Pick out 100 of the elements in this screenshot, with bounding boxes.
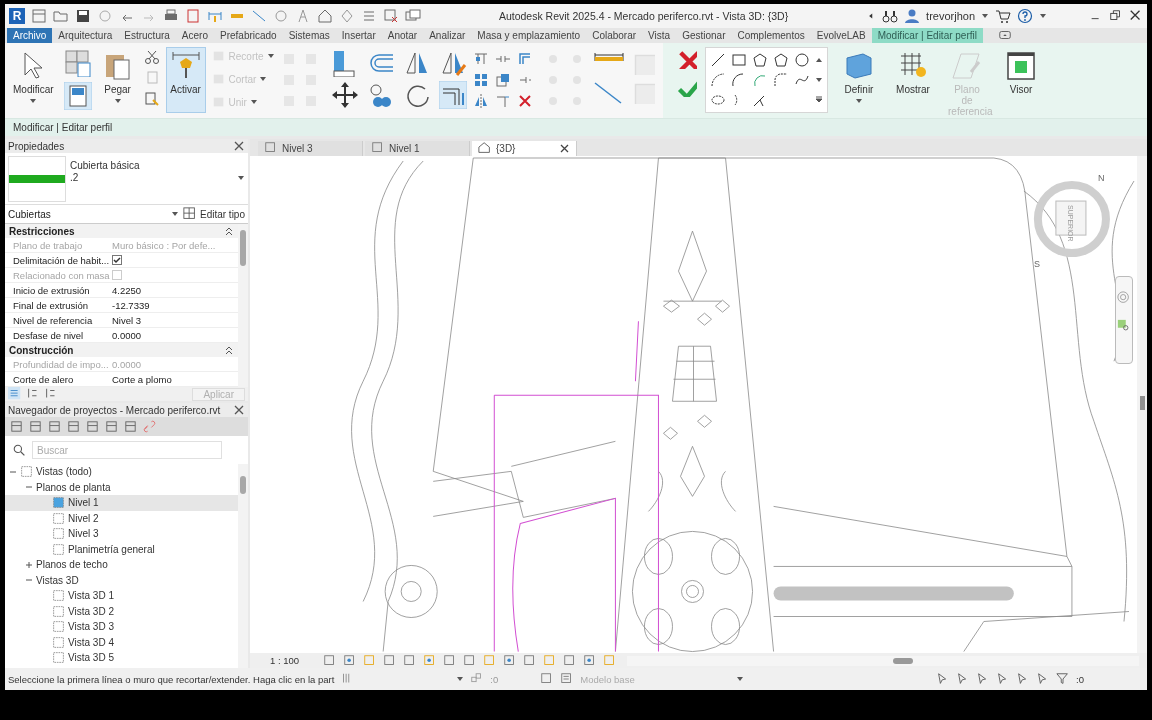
tree-item[interactable]: Nivel 3 <box>5 526 238 542</box>
tree-item[interactable]: Vista 3D 5 <box>5 650 238 666</box>
scissors-icon[interactable] <box>143 49 160 65</box>
search-field[interactable]: Buscar <box>32 441 222 459</box>
tree-item[interactable]: Vista 3D 2 <box>5 603 238 619</box>
caret-icon[interactable] <box>736 675 745 683</box>
ribbon-tab[interactable]: Acero <box>175 28 214 43</box>
ribbon-tab[interactable]: Insertar <box>335 28 382 43</box>
restore-icon[interactable] <box>1109 9 1123 23</box>
view-tab[interactable]: {3D} <box>472 140 577 156</box>
scale-icon[interactable] <box>494 72 511 88</box>
align-icon[interactable] <box>472 51 489 67</box>
view-scale[interactable]: 1 : 100 <box>270 655 300 667</box>
expand-icon[interactable] <box>25 560 33 569</box>
caret-icon[interactable] <box>170 210 179 218</box>
mode-button[interactable]: Mostrar <box>890 47 936 98</box>
ribbon-tab[interactable]: Analizar <box>423 28 472 43</box>
mirror-icon[interactable] <box>472 93 489 109</box>
mode-button[interactable]: Visor <box>998 47 1044 98</box>
tree-item[interactable]: Vista 3D 4 <box>5 634 238 650</box>
house-icon[interactable] <box>317 8 333 24</box>
steering-wheel-icon[interactable] <box>1117 290 1131 305</box>
close-icon[interactable] <box>233 140 245 152</box>
sketch-tool-icon[interactable] <box>752 52 768 68</box>
tree-item[interactable]: Planimetría general <box>5 541 238 557</box>
activate-button[interactable]: Activar <box>165 47 206 113</box>
compass-letter[interactable]: N <box>1097 172 1105 183</box>
switch-windows-icon[interactable] <box>405 8 421 24</box>
tree-item[interactable]: Nivel 1 <box>5 495 238 511</box>
ribbon-tab[interactable]: Arquitectura <box>52 28 119 43</box>
tree-item[interactable]: Planos de planta <box>5 479 238 495</box>
ribbon-tab[interactable]: Modificar | Editar perfil <box>871 28 983 43</box>
property-value[interactable]: Corte a plomo <box>112 373 172 385</box>
checkbox[interactable] <box>112 255 122 265</box>
aligned-dimension-icon[interactable] <box>251 8 267 24</box>
categorized-icon[interactable] <box>8 387 22 401</box>
close-views-icon[interactable] <box>383 8 399 24</box>
caret-icon[interactable] <box>29 97 38 105</box>
property-value[interactable]: -12.7339 <box>112 299 150 311</box>
ribbon-tab[interactable]: Archivo <box>7 28 53 43</box>
trim-icon[interactable] <box>494 93 511 109</box>
trim-extend-icon[interactable] <box>438 81 467 109</box>
view-tab[interactable]: Nivel 3 <box>258 140 363 156</box>
edit-type-button[interactable]: Editar tipo <box>182 207 245 221</box>
property-value[interactable]: 0.0000 <box>112 329 142 341</box>
collapse-group-icon[interactable] <box>224 345 234 355</box>
sketch-lines[interactable] <box>493 320 659 652</box>
sketch-tool-icon[interactable] <box>710 52 726 68</box>
filter-icon[interactable] <box>1056 672 1071 686</box>
ribbon-tab[interactable]: Estructura <box>118 28 176 43</box>
thin-lines-icon[interactable] <box>361 8 377 24</box>
caret-icon[interactable] <box>855 97 863 105</box>
scrollbar[interactable] <box>627 655 1139 666</box>
ribbon-tab[interactable]: Colaborar <box>586 28 643 43</box>
tree-item[interactable]: Vistas 3D <box>5 572 238 588</box>
delete-icon[interactable] <box>516 93 533 109</box>
close-icon[interactable] <box>233 404 245 416</box>
link-icon[interactable] <box>142 419 157 434</box>
user-name[interactable]: trevorjhon <box>926 10 975 22</box>
panel-toggle-icon[interactable] <box>997 28 1013 42</box>
user-icon[interactable] <box>904 8 921 24</box>
ribbon-tab[interactable]: Prefabricado <box>214 28 283 43</box>
property-value[interactable]: Nivel 3 <box>112 314 142 326</box>
caret-icon[interactable] <box>113 97 122 105</box>
tree-item[interactable]: Vista 3D 1 <box>5 588 238 604</box>
text-icon[interactable] <box>295 8 311 24</box>
caret-icon[interactable] <box>1039 12 1047 20</box>
modify-button[interactable]: Modificar <box>9 47 58 108</box>
caret-icon[interactable] <box>981 12 989 20</box>
save-icon[interactable] <box>75 8 91 24</box>
scrollbar[interactable] <box>1137 155 1147 654</box>
ribbon-tab[interactable]: Complementos <box>731 28 811 43</box>
tree-item[interactable]: Vistas (todo) <box>5 464 238 480</box>
caret-icon[interactable] <box>237 174 245 182</box>
tree-item[interactable]: Vista 3D 3 <box>5 619 238 635</box>
caret-icon[interactable] <box>456 675 465 683</box>
zoom-icon[interactable] <box>1117 318 1131 333</box>
move-icon[interactable] <box>330 81 359 109</box>
offset-icon[interactable] <box>516 51 533 67</box>
mode-button[interactable]: Definir <box>836 47 882 108</box>
cart-icon[interactable] <box>995 8 1011 24</box>
cancel-icon[interactable] <box>677 49 697 69</box>
binoculars-icon[interactable] <box>882 8 899 24</box>
ribbon-tab[interactable]: EvolveLAB <box>810 28 872 43</box>
sort-descending-icon[interactable] <box>44 387 58 401</box>
tree-item[interactable]: Nivel 2 <box>5 510 238 526</box>
app-logo[interactable]: R <box>9 8 25 24</box>
close-icon[interactable] <box>1129 9 1143 23</box>
property-value[interactable]: 4.2250 <box>112 284 142 296</box>
close-tab-icon[interactable] <box>559 142 570 154</box>
scrollbar[interactable] <box>238 464 248 668</box>
category-dropdown[interactable]: Cubiertas <box>8 208 167 220</box>
ribbon-tab[interactable]: Anotar <box>381 28 424 43</box>
sort-ascending-icon[interactable] <box>26 387 40 401</box>
type-selector[interactable]: Cubierta básica .2 <box>5 153 248 205</box>
match-properties-icon[interactable] <box>143 91 160 107</box>
sketch-tool-icon[interactable] <box>773 52 789 68</box>
open-folder-icon[interactable] <box>53 8 69 24</box>
paste-button[interactable]: Pegar <box>97 47 138 108</box>
ribbon-tab[interactable]: Masa y emplazamiento <box>471 28 587 43</box>
